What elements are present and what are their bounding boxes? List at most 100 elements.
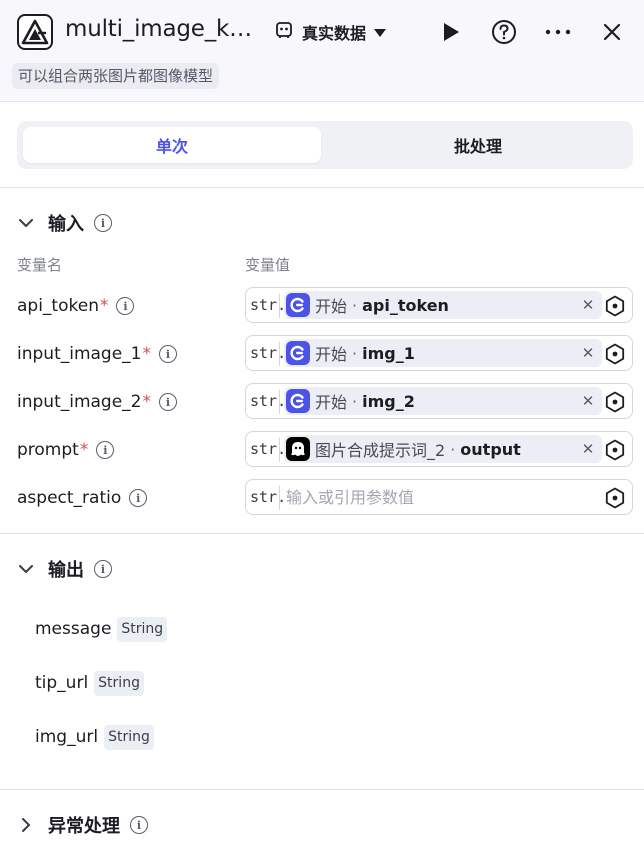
- ref-node-name: 图片合成提示词_2: [315, 441, 446, 460]
- input-row-input-image-1: input_image_1 * i str. 开始 · img_1 ✕: [0, 335, 644, 373]
- output-name: message: [35, 619, 112, 639]
- variable-name: api_token * i: [17, 287, 135, 325]
- variable-name-label: prompt: [17, 440, 79, 460]
- run-button[interactable]: [437, 18, 465, 46]
- type-separator: [279, 294, 280, 318]
- type-tag: str.: [250, 440, 287, 458]
- reference-chip[interactable]: 开始 · img_1 ✕: [284, 339, 602, 367]
- ref-separator: ·: [450, 439, 456, 459]
- tab-single[interactable]: 单次: [23, 127, 321, 163]
- type-tag: str.: [250, 392, 287, 410]
- variable-name-label: api_token: [17, 296, 99, 316]
- input-row-api-token: api_token * i str. 开始 · api_token ✕: [0, 287, 644, 325]
- variable-name-label: input_image_1: [17, 344, 142, 364]
- chevron-down-icon[interactable]: [16, 559, 36, 579]
- input-section-header[interactable]: 输入 i: [16, 210, 112, 236]
- info-icon[interactable]: i: [129, 489, 148, 507]
- reference-chip[interactable]: 开始 · img_2 ✕: [284, 387, 602, 415]
- ref-separator: ·: [352, 343, 358, 363]
- type-tag: str.: [250, 296, 287, 314]
- node-title: multi_image_k…: [65, 16, 252, 42]
- value-field[interactable]: str. 开始 · api_token ✕: [245, 287, 633, 323]
- start-node-icon: [286, 341, 310, 365]
- ref-node-name: 开始: [315, 297, 348, 316]
- variable-settings-icon[interactable]: [604, 487, 626, 509]
- input-row-prompt: prompt * i str. 图片合成提示词_2 · output ✕: [0, 431, 644, 469]
- variable-settings-icon[interactable]: [604, 343, 626, 365]
- type-badge: String: [94, 670, 144, 696]
- value-field[interactable]: str. 图片合成提示词_2 · output ✕: [245, 431, 633, 467]
- data-mode-dropdown[interactable]: 真实数据: [274, 18, 387, 46]
- type-tag: str.: [250, 488, 287, 506]
- output-section-title: 输出: [48, 560, 84, 581]
- ref-variable-name: img_2: [362, 391, 415, 411]
- tab-batch[interactable]: 批处理: [329, 127, 627, 163]
- ref-node-name: 开始: [315, 393, 348, 412]
- info-icon[interactable]: i: [116, 297, 135, 315]
- value-field[interactable]: str. 开始 · img_2 ✕: [245, 383, 633, 419]
- help-icon[interactable]: [490, 18, 518, 46]
- type-tag: str.: [250, 344, 287, 362]
- output-item: img_url String: [35, 724, 154, 750]
- output-name: tip_url: [35, 673, 89, 693]
- ref-separator: ·: [352, 391, 358, 411]
- ref-variable-name: api_token: [362, 295, 449, 315]
- chevron-down-icon[interactable]: [16, 213, 36, 233]
- panel-header: multi_image_k… 真实数据 可以组合两张图片都图像模型: [0, 0, 644, 102]
- variable-settings-icon[interactable]: [604, 439, 626, 461]
- info-icon[interactable]: i: [96, 441, 115, 459]
- divider: [0, 187, 644, 188]
- info-icon[interactable]: i: [159, 393, 177, 411]
- mock-data-icon: [274, 20, 294, 44]
- start-node-icon: [286, 293, 310, 317]
- aspect-ratio-input[interactable]: [286, 484, 586, 510]
- type-separator: [279, 342, 280, 366]
- variable-settings-icon[interactable]: [604, 391, 626, 413]
- required-mark: *: [99, 296, 109, 316]
- more-options-icon[interactable]: [544, 18, 572, 46]
- run-mode-tabs: 单次 批处理: [17, 121, 633, 169]
- info-icon[interactable]: i: [94, 214, 112, 232]
- start-node-icon: [286, 389, 310, 413]
- clear-reference-icon[interactable]: ✕: [580, 296, 596, 314]
- required-mark: *: [142, 344, 152, 364]
- info-icon[interactable]: i: [94, 560, 112, 578]
- input-row-aspect-ratio: aspect_ratio i str.: [0, 479, 644, 517]
- clear-reference-icon[interactable]: ✕: [580, 344, 596, 362]
- input-section-title: 输入: [48, 214, 84, 235]
- chevron-right-icon[interactable]: [16, 815, 36, 835]
- exception-section-header[interactable]: 异常处理 i: [16, 812, 148, 838]
- clear-reference-icon[interactable]: ✕: [580, 392, 596, 410]
- variable-name: aspect_ratio i: [17, 479, 148, 517]
- column-label-value: 变量值: [245, 256, 291, 274]
- variable-name: input_image_1 * i: [17, 335, 177, 373]
- node-description: 可以组合两张图片都图像模型: [12, 63, 220, 89]
- variable-settings-icon[interactable]: [604, 295, 626, 317]
- column-label-name: 变量名: [17, 256, 63, 274]
- type-separator: [279, 486, 280, 510]
- value-field[interactable]: str. 开始 · img_1 ✕: [245, 335, 633, 371]
- ref-variable-name: img_1: [362, 343, 415, 363]
- required-mark: *: [79, 440, 89, 460]
- output-item: message String: [35, 616, 168, 642]
- info-icon[interactable]: i: [159, 345, 177, 363]
- output-section-header[interactable]: 输出 i: [16, 556, 112, 582]
- ref-separator: ·: [352, 295, 358, 315]
- variable-name: prompt * i: [17, 431, 115, 469]
- type-badge: String: [117, 616, 168, 642]
- type-separator: [279, 438, 280, 462]
- reference-chip[interactable]: 图片合成提示词_2 · output ✕: [284, 435, 602, 463]
- exception-section-title: 异常处理: [48, 816, 120, 837]
- info-icon[interactable]: i: [130, 816, 148, 834]
- close-icon[interactable]: [598, 18, 626, 46]
- variable-name: input_image_2 * i: [17, 383, 177, 421]
- required-mark: *: [142, 392, 152, 412]
- output-name: img_url: [35, 727, 99, 747]
- ref-node-name: 开始: [315, 345, 348, 364]
- output-item: tip_url String: [35, 670, 144, 696]
- divider: [0, 789, 644, 790]
- divider: [0, 533, 644, 534]
- type-separator: [279, 390, 280, 414]
- clear-reference-icon[interactable]: ✕: [580, 440, 596, 458]
- reference-chip[interactable]: 开始 · api_token ✕: [284, 291, 602, 319]
